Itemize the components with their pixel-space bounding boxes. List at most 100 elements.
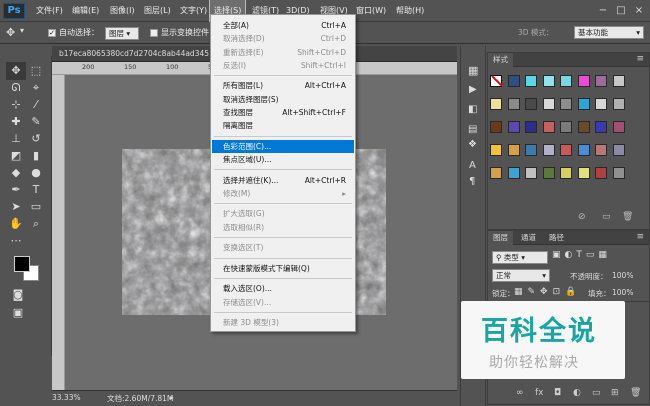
path-select-icon[interactable]: ➤ — [6, 198, 26, 216]
style-swatch[interactable] — [490, 121, 502, 133]
layer-mask-icon[interactable]: ◘ — [554, 388, 561, 398]
style-swatch[interactable] — [612, 121, 625, 133]
select-menu-item[interactable]: 选择并遮住(K)... Alt+Ctrl+R — [212, 174, 354, 187]
select-menu-item[interactable]: 修改(M) ▸ — [212, 187, 354, 200]
style-swatch[interactable] — [542, 167, 555, 179]
style-swatch[interactable] — [525, 75, 537, 87]
quick-mask-icon[interactable]: ◙ — [8, 286, 28, 304]
adjustment-layer-icon[interactable]: ◐ — [573, 388, 581, 398]
style-swatch[interactable] — [560, 167, 572, 179]
style-swatch[interactable] — [595, 144, 607, 156]
style-swatch[interactable] — [490, 144, 502, 156]
style-swatch[interactable] — [595, 121, 607, 133]
foreground-color-swatch[interactable] — [14, 256, 30, 272]
tab-layers[interactable]: 图层 — [488, 231, 513, 245]
layer-filter-icons[interactable]: ▣◐T▭▦ — [552, 250, 611, 260]
crop-tool-icon[interactable]: ⊹ — [6, 96, 26, 114]
layer-kind-filter[interactable]: ⚲ 类型 ▾ — [492, 251, 548, 264]
opacity-value[interactable]: 100% — [612, 271, 633, 280]
style-swatch[interactable] — [577, 98, 590, 110]
select-menu-item[interactable]: 反选(I) Shift+Ctrl+I — [212, 59, 354, 72]
select-menu-item[interactable]: 查找图层 Alt+Shift+Ctrl+F — [212, 106, 354, 119]
status-arrow-icon[interactable]: ▸ — [170, 393, 174, 402]
style-swatch[interactable] — [525, 167, 537, 179]
actions-play-icon[interactable]: ▶ — [469, 84, 477, 95]
tab-channels[interactable]: 通道 — [516, 231, 541, 245]
eraser-tool-icon[interactable]: ◩ — [6, 147, 26, 165]
clear-style-icon[interactable]: ⊘ — [578, 212, 586, 222]
brush-presets-icon[interactable]: ❖ — [468, 139, 477, 150]
fill-value[interactable]: 100% — [612, 288, 633, 297]
delete-style-icon[interactable]: 🗑 — [622, 212, 633, 222]
eyedropper-tool-icon[interactable]: ⁄ — [26, 96, 46, 114]
paragraph-icon[interactable]: ¶ — [469, 176, 475, 187]
style-swatch[interactable] — [490, 98, 502, 110]
marquee-tool-icon[interactable]: ⬚ — [26, 62, 46, 80]
new-layer-icon[interactable]: ⊞ — [611, 388, 619, 398]
auto-select-checkbox[interactable]: ✓ — [48, 29, 56, 37]
workspace-dropdown[interactable]: 基本功能 ▾ — [574, 26, 644, 39]
show-transform-checkbox[interactable] — [150, 29, 158, 37]
menu-image[interactable]: 图像(I) — [106, 0, 139, 22]
shape-tool-icon[interactable]: ▭ — [26, 198, 46, 216]
dodge-tool-icon[interactable]: ● — [26, 164, 46, 182]
gradient-tool-icon[interactable]: ▮ — [26, 147, 46, 165]
style-swatch[interactable] — [525, 121, 537, 133]
select-menu-item[interactable]: 新建 3D 模型(3) — [212, 316, 354, 329]
minimize-button[interactable]: − — [594, 4, 612, 18]
style-swatch[interactable] — [507, 98, 520, 110]
style-swatch[interactable] — [612, 167, 625, 179]
menu-window[interactable]: 窗口(W) — [352, 0, 390, 22]
style-swatch[interactable] — [542, 121, 555, 133]
style-swatch[interactable] — [577, 144, 590, 156]
menu-layer[interactable]: 图层(L) — [140, 0, 175, 22]
zoom-tool-icon[interactable]: ⌕ — [26, 215, 46, 233]
select-menu-item[interactable]: 在快速蒙版模式下编辑(Q) — [212, 262, 354, 275]
quick-select-tool-icon[interactable]: ⌖ — [26, 79, 46, 97]
style-swatch[interactable] — [560, 144, 572, 156]
tool-preset-chevron-icon[interactable]: ▾ — [20, 26, 24, 35]
select-menu-item[interactable]: 所有图层(L) Alt+Ctrl+A — [212, 79, 354, 92]
character-icon[interactable]: A — [469, 160, 476, 171]
healing-brush-icon[interactable]: ✚ — [6, 113, 26, 131]
style-swatch[interactable] — [542, 98, 555, 110]
select-menu-item[interactable]: 扩大选取(G) — [212, 207, 354, 220]
select-menu-item[interactable]: 重新选择(E) Shift+Ctrl+D — [212, 46, 354, 59]
group-folder-icon[interactable]: ▭ — [592, 388, 601, 398]
blur-tool-icon[interactable]: ◆ — [6, 164, 26, 182]
style-swatch[interactable] — [577, 167, 590, 179]
type-tool-icon[interactable]: T — [26, 181, 46, 199]
menu-type[interactable]: 文字(Y) — [176, 0, 211, 22]
style-swatch[interactable] — [507, 75, 520, 87]
screen-mode-icon[interactable]: ▣ — [8, 304, 28, 322]
layers-menu-icon[interactable]: ≡ — [636, 232, 644, 242]
new-style-icon[interactable]: ▭ — [602, 212, 611, 222]
select-menu-item[interactable]: 变换选区(T) — [212, 241, 354, 254]
history-icon[interactable]: ▦ — [468, 64, 478, 77]
menu-edit[interactable]: 编辑(E) — [68, 0, 103, 22]
maximize-button[interactable]: □ — [612, 4, 630, 18]
style-swatch[interactable] — [542, 144, 555, 156]
edit-toolbar-icon[interactable]: ⋯ — [6, 232, 26, 250]
select-menu-item[interactable]: 全部(A) Ctrl+A — [212, 19, 354, 32]
layer-style-fx-icon[interactable]: fx — [535, 388, 544, 398]
menu-help[interactable]: 帮助(H) — [392, 0, 428, 22]
select-menu-item[interactable]: 焦点区域(U)... — [212, 153, 354, 166]
hand-tool-icon[interactable]: ✋ — [6, 215, 26, 233]
brush-tool-icon[interactable]: ✎ — [26, 113, 46, 131]
history-brush-icon[interactable]: ↺ — [26, 130, 46, 148]
lock-icons[interactable]: ▦✎✥⊡🔒 — [514, 287, 581, 297]
lasso-tool-icon[interactable]: ᘏ — [6, 79, 26, 97]
zoom-level[interactable]: 33.33% — [52, 393, 81, 402]
style-swatch[interactable] — [507, 167, 520, 179]
select-menu-item[interactable]: 载入选区(O)... — [212, 282, 354, 295]
style-swatch[interactable] — [507, 144, 520, 156]
select-menu-item[interactable]: 存储选区(V)... — [212, 296, 354, 309]
style-swatch[interactable] — [595, 167, 607, 179]
style-swatch[interactable] — [560, 98, 572, 110]
blend-mode-dropdown[interactable]: 正常 ▾ — [492, 269, 550, 282]
style-swatch[interactable] — [525, 98, 537, 110]
style-swatch[interactable] — [525, 144, 537, 156]
move-tool-icon[interactable]: ✥ — [6, 26, 15, 39]
style-swatch[interactable] — [612, 144, 625, 156]
